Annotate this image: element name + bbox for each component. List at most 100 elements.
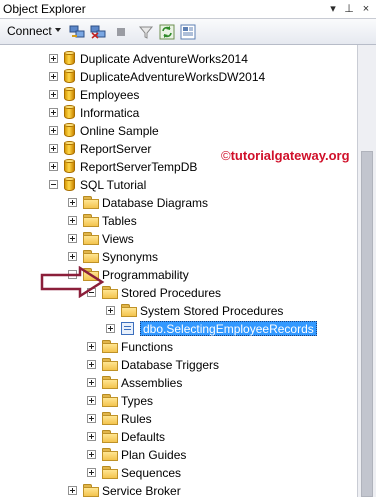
- expand-icon[interactable]: [87, 414, 96, 423]
- tree-node[interactable]: Defaults: [0, 428, 357, 446]
- expand-icon[interactable]: [87, 432, 96, 441]
- expand-icon[interactable]: [87, 450, 96, 459]
- tree-node[interactable]: Rules: [0, 410, 357, 428]
- collapse-icon[interactable]: [49, 180, 58, 189]
- window-position-icon[interactable]: ▾: [325, 1, 341, 17]
- tree-node[interactable]: Employees: [0, 86, 357, 104]
- database-icon: [64, 105, 75, 120]
- summary-icon[interactable]: [180, 24, 196, 40]
- tree-node-selected[interactable]: dbo.SelectingEmployeeRecords: [0, 320, 357, 338]
- tree-node-label[interactable]: Views: [102, 232, 134, 246]
- annotation-arrow: [40, 266, 105, 298]
- folder-icon: [102, 358, 118, 371]
- tree-node[interactable]: Online Sample: [0, 122, 357, 140]
- refresh-icon[interactable]: [159, 24, 175, 40]
- tree-node-label[interactable]: Informatica: [80, 106, 139, 120]
- folder-icon: [102, 394, 118, 407]
- tree-node-label[interactable]: Employees: [80, 88, 139, 102]
- expand-icon[interactable]: [106, 306, 115, 315]
- tree-node[interactable]: Assemblies: [0, 374, 357, 392]
- expand-icon[interactable]: [68, 216, 77, 225]
- tree-node[interactable]: Duplicate AdventureWorks2014: [0, 50, 357, 68]
- folder-icon: [102, 430, 118, 443]
- expand-icon[interactable]: [49, 90, 58, 99]
- expand-icon[interactable]: [68, 234, 77, 243]
- expand-icon[interactable]: [68, 252, 77, 261]
- watermark-text: tutorialgateway.org: [230, 148, 350, 163]
- tree-node-label[interactable]: ReportServerTempDB: [80, 160, 197, 174]
- tree-node-label[interactable]: Programmability: [102, 268, 189, 282]
- connect-dropdown-icon[interactable]: [55, 28, 61, 32]
- title-bar: Object Explorer ▾ ⊥ ×: [0, 0, 376, 19]
- expand-icon[interactable]: [87, 342, 96, 351]
- tree-node-label[interactable]: Rules: [121, 412, 152, 426]
- tree-node-label[interactable]: Online Sample: [80, 124, 159, 138]
- tree-node[interactable]: Synonyms: [0, 248, 357, 266]
- tree-node[interactable]: Functions: [0, 338, 357, 356]
- database-icon: [64, 141, 75, 156]
- expand-icon[interactable]: [87, 468, 96, 477]
- tree-node-label[interactable]: Tables: [102, 214, 137, 228]
- expand-icon[interactable]: [87, 360, 96, 369]
- expand-icon[interactable]: [49, 108, 58, 117]
- tree-node-label[interactable]: Database Triggers: [121, 358, 219, 372]
- tree-node[interactable]: Informatica: [0, 104, 357, 122]
- expand-icon[interactable]: [49, 144, 58, 153]
- expand-icon[interactable]: [49, 162, 58, 171]
- expand-icon[interactable]: [68, 198, 77, 207]
- tree-node-label[interactable]: Database Diagrams: [102, 196, 208, 210]
- tree-node-label[interactable]: Duplicate AdventureWorks2014: [80, 52, 248, 66]
- folder-icon: [83, 196, 99, 209]
- filter-icon[interactable]: [138, 24, 154, 40]
- expand-icon[interactable]: [68, 486, 77, 495]
- tree-node-label[interactable]: System Stored Procedures: [140, 304, 283, 318]
- tree-node-label[interactable]: Functions: [121, 340, 173, 354]
- tree-node-label[interactable]: SQL Tutorial: [80, 178, 146, 192]
- database-icon: [64, 51, 75, 66]
- stop-icon[interactable]: [113, 24, 129, 40]
- disconnect-icon[interactable]: [90, 24, 106, 40]
- tree-node-label[interactable]: DuplicateAdventureWorksDW2014: [80, 70, 265, 84]
- tree-node-label[interactable]: Sequences: [121, 466, 181, 480]
- auto-hide-pin-icon[interactable]: ⊥: [341, 1, 357, 17]
- tree-node[interactable]: System Stored Procedures: [0, 302, 357, 320]
- tree-node-label[interactable]: ReportServer: [80, 142, 151, 156]
- folder-icon: [83, 250, 99, 263]
- tree-node[interactable]: Types: [0, 392, 357, 410]
- folder-icon: [102, 448, 118, 461]
- folder-icon: [83, 214, 99, 227]
- expand-icon[interactable]: [87, 396, 96, 405]
- tree-node[interactable]: Service Broker: [0, 482, 357, 497]
- scrollbar-thumb[interactable]: [361, 151, 373, 497]
- tree-node[interactable]: Sequences: [0, 464, 357, 482]
- tree-node-label[interactable]: Service Broker: [102, 484, 181, 497]
- connect-object-explorer-icon[interactable]: [69, 24, 85, 40]
- watermark: ©tutorialgateway.org: [221, 148, 350, 163]
- tree-node[interactable]: Tables: [0, 212, 357, 230]
- vertical-scrollbar[interactable]: [358, 45, 376, 497]
- window-title: Object Explorer: [3, 2, 86, 16]
- expand-icon[interactable]: [87, 378, 96, 387]
- tree-node-label[interactable]: dbo.SelectingEmployeeRecords: [140, 321, 317, 336]
- tree-node-label[interactable]: Plan Guides: [121, 448, 186, 462]
- tree-node[interactable]: Plan Guides: [0, 446, 357, 464]
- tree-node-label[interactable]: Stored Procedures: [121, 286, 221, 300]
- close-icon[interactable]: ×: [358, 1, 374, 17]
- tree-node-label[interactable]: Defaults: [121, 430, 165, 444]
- tree-node[interactable]: Database Triggers: [0, 356, 357, 374]
- tree-node-label[interactable]: Assemblies: [121, 376, 182, 390]
- stored-procedure-icon: [121, 322, 134, 335]
- tree-node[interactable]: Views: [0, 230, 357, 248]
- tree-node[interactable]: DuplicateAdventureWorksDW2014: [0, 68, 357, 86]
- tree-node[interactable]: Database Diagrams: [0, 194, 357, 212]
- expand-icon[interactable]: [49, 54, 58, 63]
- folder-icon: [102, 376, 118, 389]
- connect-button[interactable]: Connect: [7, 24, 52, 38]
- tree-node-label[interactable]: Types: [121, 394, 153, 408]
- expand-icon[interactable]: [49, 126, 58, 135]
- expand-icon[interactable]: [49, 72, 58, 81]
- tree-node-label[interactable]: Synonyms: [102, 250, 158, 264]
- database-icon: [64, 159, 75, 174]
- expand-icon[interactable]: [106, 324, 115, 333]
- tree-node[interactable]: SQL Tutorial: [0, 176, 357, 194]
